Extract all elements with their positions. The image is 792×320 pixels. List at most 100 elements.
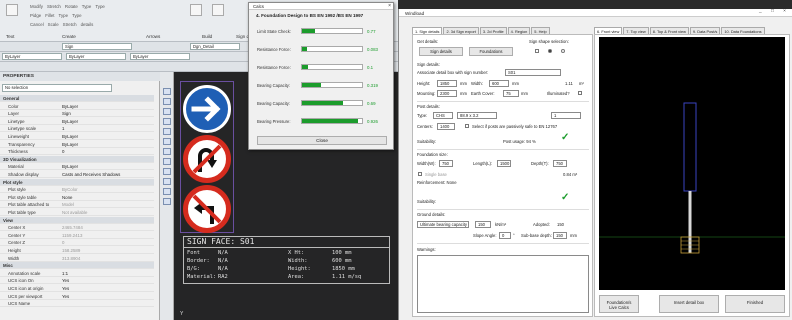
ribbon-item[interactable]: Modify (30, 4, 43, 9)
property-row[interactable]: Plot table attached to Model (0, 201, 154, 209)
post-type-select[interactable]: CHS (433, 112, 453, 119)
property-row[interactable]: Shadow display Casts and Receives Shadows (0, 171, 154, 178)
property-section[interactable]: 3D Visualization (0, 155, 154, 163)
property-row[interactable]: Color ByLayer (0, 103, 154, 110)
tool-palette-icon[interactable] (163, 168, 171, 175)
bearing-type-select[interactable]: Ultimate bearing capacity (417, 221, 469, 228)
property-row[interactable]: Layer Sign (0, 110, 154, 118)
tool-palette-icon[interactable] (163, 118, 171, 125)
tab[interactable]: 8. Top & Front view (649, 27, 689, 34)
lineweight-dropdown[interactable]: ByLayer (130, 53, 190, 60)
centers-input[interactable]: 1400 (437, 123, 455, 130)
modify-icon[interactable] (6, 4, 18, 16)
foundation-live-calcs-button[interactable]: Foundation/s Live Calcs (599, 295, 639, 313)
front-view-canvas[interactable] (599, 37, 785, 290)
ribbon-item[interactable]: Stretch (47, 4, 61, 9)
ribbon-item[interactable]: details (81, 22, 94, 27)
layer-dropdown[interactable]: Sign (62, 43, 132, 50)
property-row[interactable]: UCS per viewport Yes (0, 293, 154, 300)
single-base-checkbox[interactable] (418, 172, 422, 176)
property-row[interactable]: Material ByLayer (0, 163, 154, 171)
foundations-button[interactable]: Foundations (469, 47, 513, 56)
property-row[interactable]: Linetype scale 1 (0, 125, 154, 133)
property-section[interactable]: Misc (0, 262, 154, 270)
property-row[interactable]: UCS icon at origin Yes (0, 285, 154, 292)
post-count-input[interactable]: 1 (551, 112, 581, 119)
tool-palette-icon[interactable] (163, 188, 171, 195)
property-row[interactable]: UCS Name (0, 300, 154, 308)
tool-palette-icon[interactable] (163, 178, 171, 185)
property-row[interactable]: Plot table type Not available (0, 209, 154, 216)
linetype-dropdown[interactable]: ByLayer (66, 53, 126, 60)
tab[interactable]: 7. Top view (623, 27, 649, 34)
tab[interactable]: 9. Data Post/s (689, 27, 721, 34)
tool-palette-icon[interactable] (163, 158, 171, 165)
ribbon-item[interactable]: Pidge (30, 13, 41, 18)
tool-palette-icon[interactable] (163, 108, 171, 115)
mounting-input[interactable]: 2300 (437, 90, 457, 97)
foundation-length-input[interactable]: 1500 (497, 160, 511, 167)
dimstyle-dropdown[interactable]: Dgn_Detail (190, 43, 240, 50)
property-section[interactable]: Plot style (0, 178, 154, 186)
ribbon-item[interactable]: Cancel (30, 22, 44, 27)
illuminated-checkbox[interactable] (578, 91, 582, 95)
property-row[interactable]: UCS icon On Yes (0, 277, 154, 285)
rectangle-shape-radio[interactable] (535, 49, 539, 53)
tool-palette-icon[interactable] (163, 98, 171, 105)
insert-detail-box-button[interactable]: Insert detail box (659, 295, 719, 313)
ribbon-item[interactable]: Stretch (63, 22, 77, 27)
property-row[interactable]: Height 158.2589 (0, 247, 154, 254)
circle-shape-radio[interactable] (548, 49, 552, 53)
color-dropdown[interactable]: ByLayer (2, 53, 62, 60)
ribbon-item[interactable]: Scale (48, 22, 59, 27)
foundation-width-input[interactable]: 750 (439, 160, 453, 167)
sign-ribbon-icon[interactable] (212, 4, 224, 16)
slope-angle-input[interactable]: 0 (499, 232, 511, 239)
finished-button[interactable]: Finished (725, 295, 785, 313)
ribbon-item[interactable]: Type (95, 4, 105, 9)
property-row[interactable]: Center X 2465.7484 (0, 224, 154, 232)
tab[interactable]: 4. Region (507, 27, 531, 34)
tab[interactable]: 6. Front view (594, 27, 623, 34)
property-row[interactable]: Linetype ByLayer (0, 118, 154, 125)
sign-details-icon[interactable] (190, 4, 202, 16)
property-section[interactable]: View (0, 216, 154, 224)
tool-palette-icon[interactable] (163, 198, 171, 205)
tab[interactable]: 1. Sign details (412, 27, 443, 34)
property-row[interactable]: Annotation scale 1:1 (0, 270, 154, 277)
tool-palette-icon[interactable] (163, 128, 171, 135)
ribbon-item[interactable]: Type (72, 13, 82, 18)
height-input[interactable]: 1850 (437, 80, 457, 87)
warnings-box[interactable] (417, 255, 589, 313)
subbase-input[interactable]: 150 (553, 232, 567, 239)
foundation-depth-input[interactable]: 750 (553, 160, 567, 167)
property-row[interactable]: Thickness 0 (0, 148, 154, 156)
property-row[interactable]: Transparency ByLayer (0, 141, 154, 148)
close-icon[interactable]: × (388, 3, 391, 9)
post-section-select[interactable]: 88.9 x 3.2 (457, 112, 497, 119)
earth-cover-input[interactable]: 75 (503, 90, 519, 97)
passive-safety-checkbox[interactable] (465, 124, 469, 128)
ellipse-shape-radio[interactable] (561, 49, 565, 53)
tool-palette-icon[interactable] (163, 88, 171, 95)
window-controls-icon[interactable]: _ □ × (759, 9, 790, 14)
selection-dropdown[interactable]: No selection (2, 84, 112, 92)
property-section[interactable]: General (0, 95, 154, 102)
property-row[interactable]: Center Y 1159.2413 (0, 232, 154, 239)
bearing-value-input[interactable]: 150 (475, 221, 491, 228)
sign-number-select[interactable]: S01 (505, 69, 561, 76)
tab[interactable]: 10. Data Foundations (721, 27, 765, 34)
tool-palette-icon[interactable] (163, 148, 171, 155)
tab[interactable]: 5. Help (531, 27, 550, 34)
tab[interactable]: 3. 2d Profile (479, 27, 507, 34)
property-row[interactable]: Lineweight ByLayer (0, 133, 154, 140)
sign-details-button[interactable]: Sign details (419, 47, 463, 56)
ribbon-item[interactable]: Rotate (65, 4, 78, 9)
tab[interactable]: 2. 3d Sign export (443, 27, 479, 34)
property-row[interactable]: Plot style table None (0, 194, 154, 201)
width-input[interactable]: 600 (489, 80, 509, 87)
close-button[interactable]: Close (257, 136, 387, 145)
ribbon-item[interactable]: Type (59, 13, 69, 18)
property-row[interactable]: Center Z 0 (0, 239, 154, 247)
tool-palette-icon[interactable] (163, 138, 171, 145)
